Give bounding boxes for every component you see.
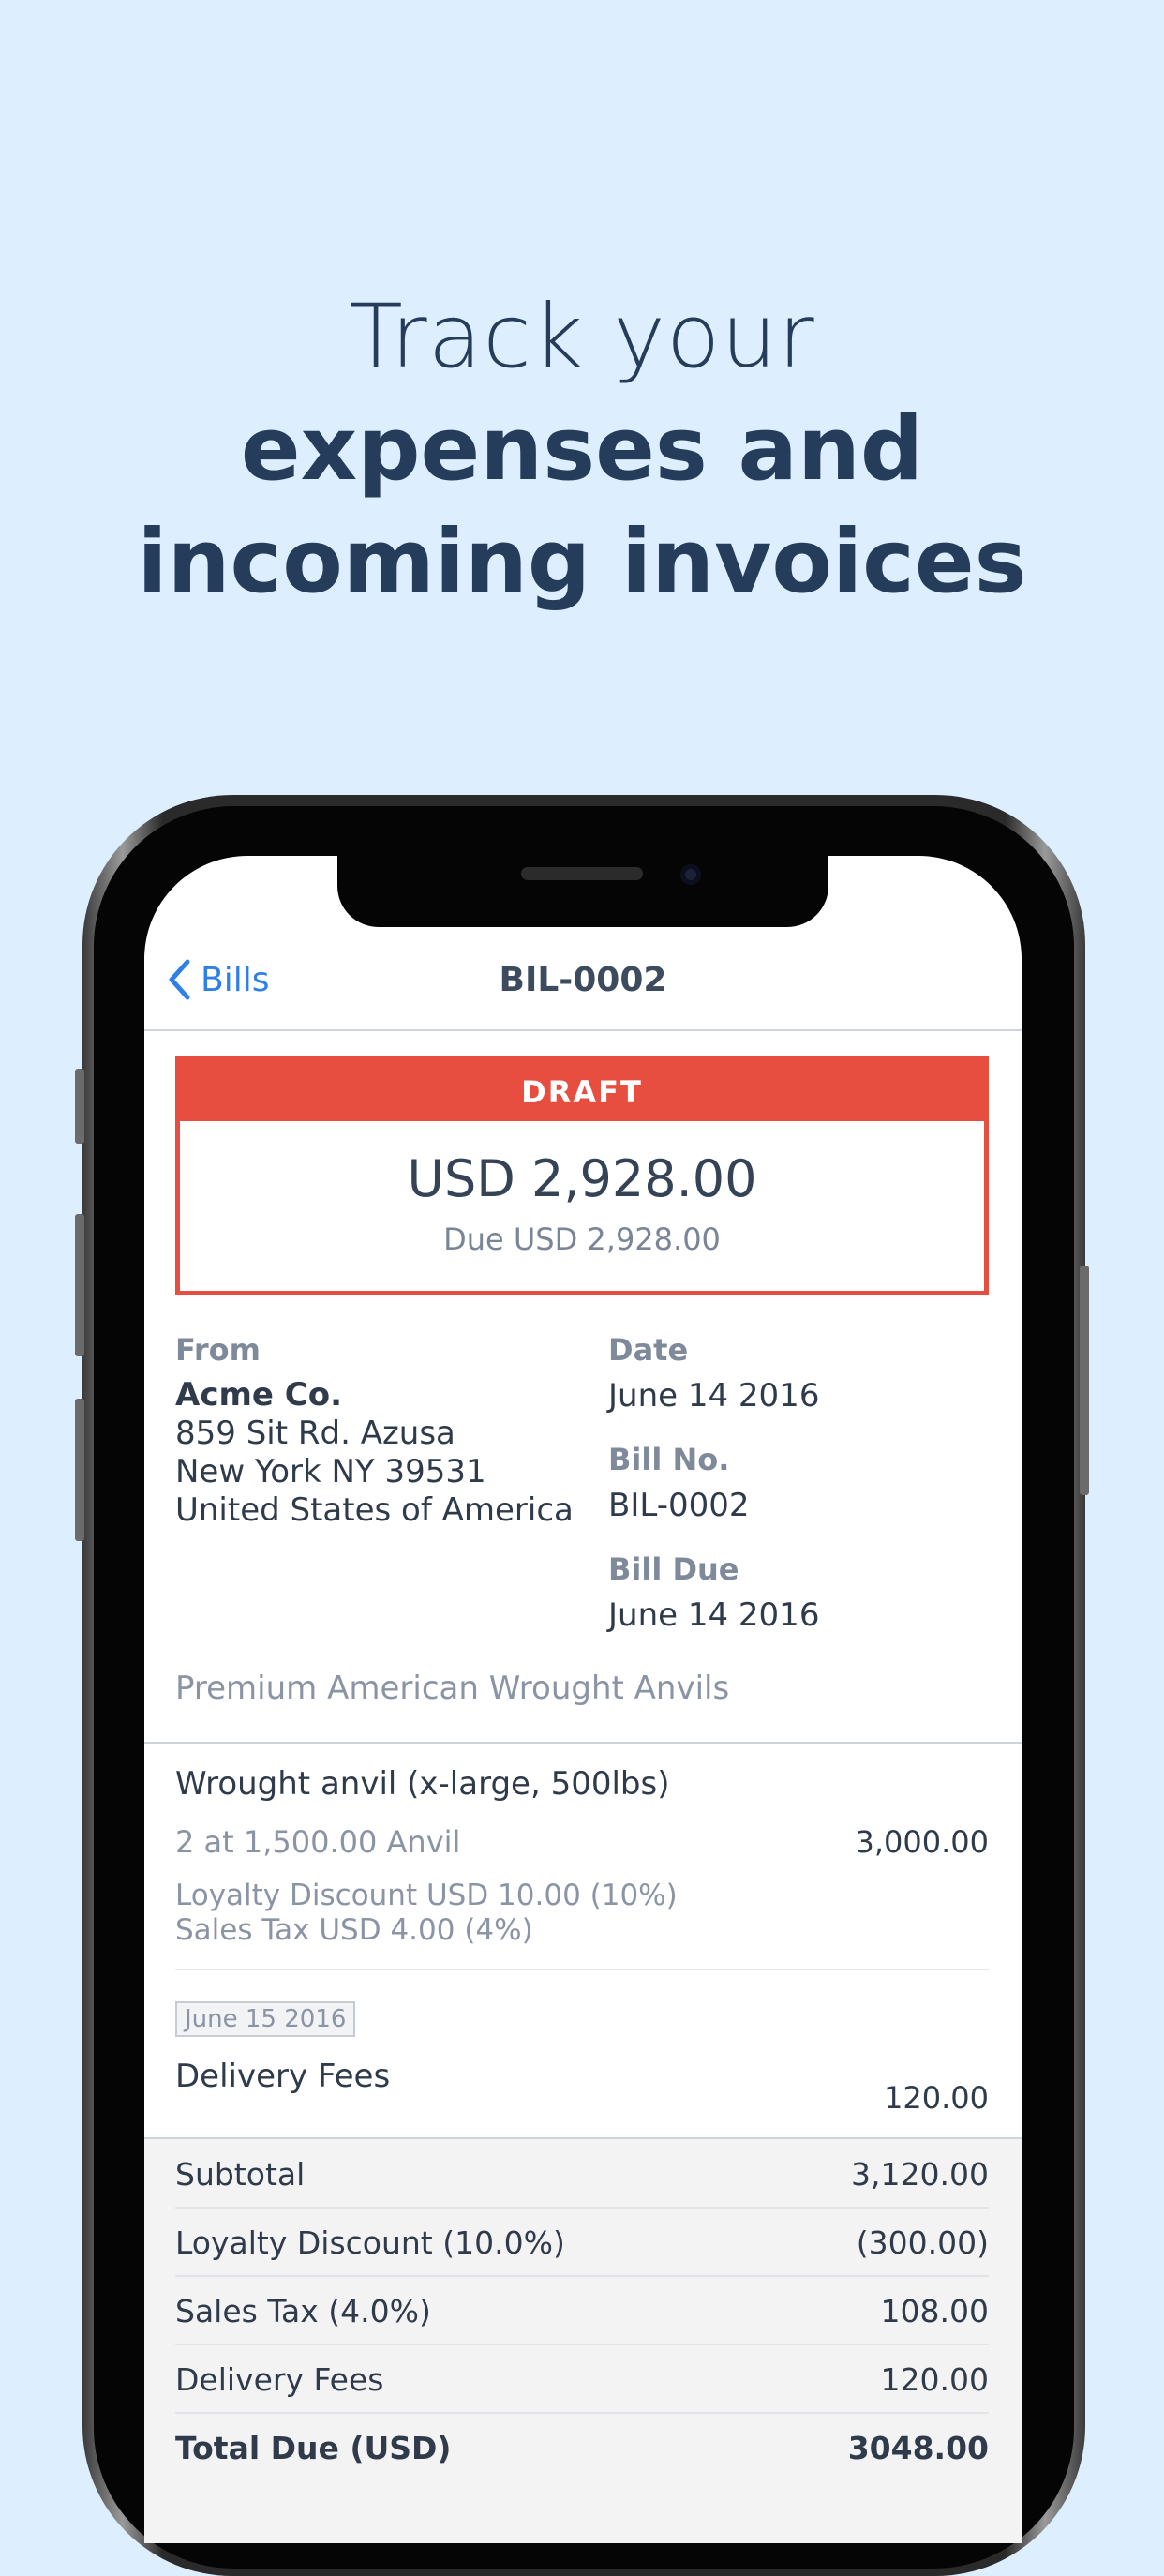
headline-line-3: incoming invoices — [137, 511, 1027, 613]
totals-section: Subtotal 3,120.00 Loyalty Discount (10.0… — [144, 2137, 1022, 2543]
side-button-volume-down — [75, 1399, 84, 1541]
totals-row-delivery: Delivery Fees 120.00 — [175, 2344, 989, 2414]
totals-row-total-due: Total Due (USD) 3048.00 — [175, 2413, 989, 2480]
date-value: June 14 2016 — [608, 1377, 820, 1415]
totals-value: 3,120.00 — [851, 2156, 989, 2193]
totals-value: 120.00 — [880, 2361, 989, 2398]
bill-due-value: June 14 2016 — [608, 1596, 820, 1634]
bill-no-value: BIL-0002 — [608, 1487, 750, 1524]
fee-name: Delivery Fees — [175, 2058, 391, 2095]
marketing-headline: Track your expenses and incoming invoice… — [0, 281, 1164, 619]
line-item-name: Wrought anvil (x-large, 500lbs) — [175, 1765, 670, 1803]
section-divider — [144, 1742, 1022, 1744]
side-button-power — [1080, 1266, 1089, 1495]
side-button-mute — [75, 1069, 84, 1144]
bill-amount: USD 2,928.00 — [407, 1149, 757, 1208]
line-item-quantity: 2 at 1,500.00 Anvil — [175, 1824, 461, 1860]
totals-label: Loyalty Discount (10.0%) — [175, 2224, 565, 2261]
totals-label: Sales Tax (4.0%) — [175, 2293, 431, 2329]
address-line-2: New York NY 39531 — [175, 1453, 486, 1490]
phone-screen: Bills BIL-0002 DRAFT USD 2,928.00 Due US… — [144, 856, 1022, 2543]
from-label: From — [175, 1332, 261, 1368]
from-address: Acme Co. 859 Sit Rd. Azusa New York NY 3… — [175, 1376, 574, 1530]
headline-line-1: Track your — [349, 286, 815, 388]
totals-value: 108.00 — [880, 2293, 989, 2329]
vendor-name: Acme Co. — [175, 1376, 343, 1414]
headline-line-2: expenses and — [240, 398, 924, 501]
page-title: BIL-0002 — [499, 961, 667, 999]
fee-date-badge: June 15 2016 — [175, 2001, 356, 2037]
bill-description: Premium American Wrought Anvils — [175, 1670, 730, 1707]
total-due-label: Total Due (USD) — [175, 2430, 452, 2466]
date-label: Date — [608, 1332, 689, 1368]
totals-row-subtotal: Subtotal 3,120.00 — [175, 2139, 989, 2209]
item-divider — [175, 1969, 989, 1970]
status-card: DRAFT USD 2,928.00 Due USD 2,928.00 — [175, 1056, 989, 1295]
totals-row-tax: Sales Tax (4.0%) 108.00 — [175, 2276, 989, 2345]
totals-label: Delivery Fees — [175, 2361, 384, 2398]
totals-value: (300.00) — [856, 2224, 989, 2261]
line-item-tax: Sales Tax USD 4.00 (4%) — [175, 1913, 533, 1947]
bill-no-label: Bill No. — [608, 1442, 730, 1477]
totals-label: Subtotal — [175, 2156, 306, 2193]
total-due-value: 3048.00 — [847, 2430, 989, 2466]
amount-due: Due USD 2,928.00 — [443, 1221, 721, 1257]
speaker-grille — [521, 867, 643, 880]
side-button-volume-up — [75, 1214, 84, 1356]
address-line-3: United States of America — [175, 1491, 574, 1529]
bill-due-label: Bill Due — [608, 1551, 739, 1587]
status-badge: DRAFT — [180, 1060, 984, 1121]
line-item-amount: 3,000.00 — [855, 1824, 990, 1860]
totals-row-discount: Loyalty Discount (10.0%) (300.00) — [175, 2208, 989, 2277]
fee-amount: 120.00 — [884, 2080, 989, 2116]
front-camera — [680, 864, 701, 885]
address-line-1: 859 Sit Rd. Azusa — [175, 1415, 455, 1452]
line-item-discount: Loyalty Discount USD 10.00 (10%) — [175, 1879, 678, 1912]
